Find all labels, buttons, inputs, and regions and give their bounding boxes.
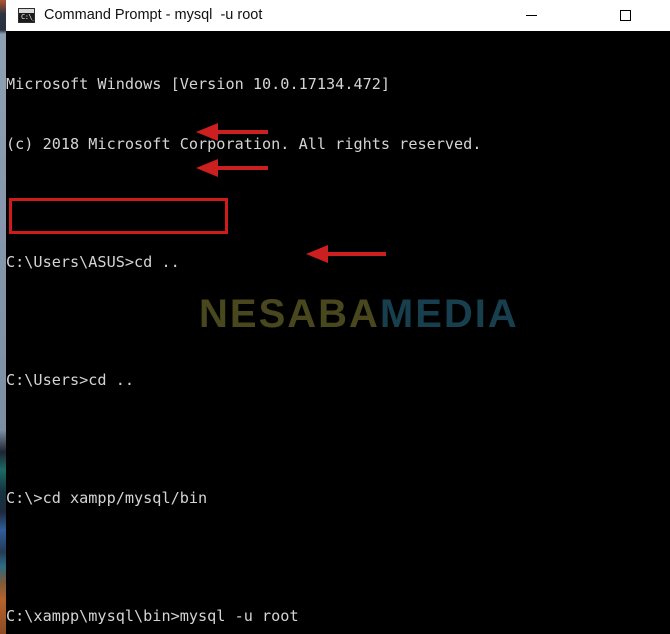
arrow-shaft <box>326 252 386 256</box>
console-text-block: Microsoft Windows [Version 10.0.17134.47… <box>6 36 670 634</box>
command-prompt-icon: C:\_ <box>18 8 35 23</box>
annotation-arrow-2 <box>196 159 268 177</box>
console-output-area[interactable]: NESABAMEDIA Microsoft Windows [Version 1… <box>6 31 670 634</box>
console-line: Microsoft Windows [Version 10.0.17134.47… <box>6 75 391 94</box>
annotation-highlight-box <box>9 198 228 234</box>
console-line-highlighted: C:\>cd xampp/mysql/bin <box>6 489 208 508</box>
maximize-button[interactable] <box>604 0 650 30</box>
console-line: C:\xampp\mysql\bin>mysql -u root <box>6 607 299 626</box>
desktop-background-strip <box>0 0 6 634</box>
window-title-bar[interactable]: C:\_ Command Prompt - mysql -u root <box>6 0 670 32</box>
arrow-head-icon <box>196 159 218 177</box>
annotation-arrow-3 <box>306 245 386 263</box>
arrow-shaft <box>216 130 268 134</box>
arrow-head-icon <box>306 245 328 263</box>
annotation-arrow-1 <box>196 123 268 141</box>
window-title-text: Command Prompt - mysql -u root <box>44 7 263 23</box>
minimize-icon <box>526 15 537 16</box>
minimize-button[interactable] <box>512 0 558 30</box>
command-prompt-window: C:\_ Command Prompt - mysql -u root NESA… <box>6 0 670 634</box>
console-line: C:\Users>cd .. <box>6 370 135 389</box>
console-line: (c) 2018 Microsoft Corporation. All righ… <box>6 134 482 153</box>
arrow-shaft <box>216 166 268 170</box>
icon-prompt-glyph: C:\_ <box>21 13 35 21</box>
maximize-icon <box>620 10 631 21</box>
arrow-head-icon <box>196 123 218 141</box>
